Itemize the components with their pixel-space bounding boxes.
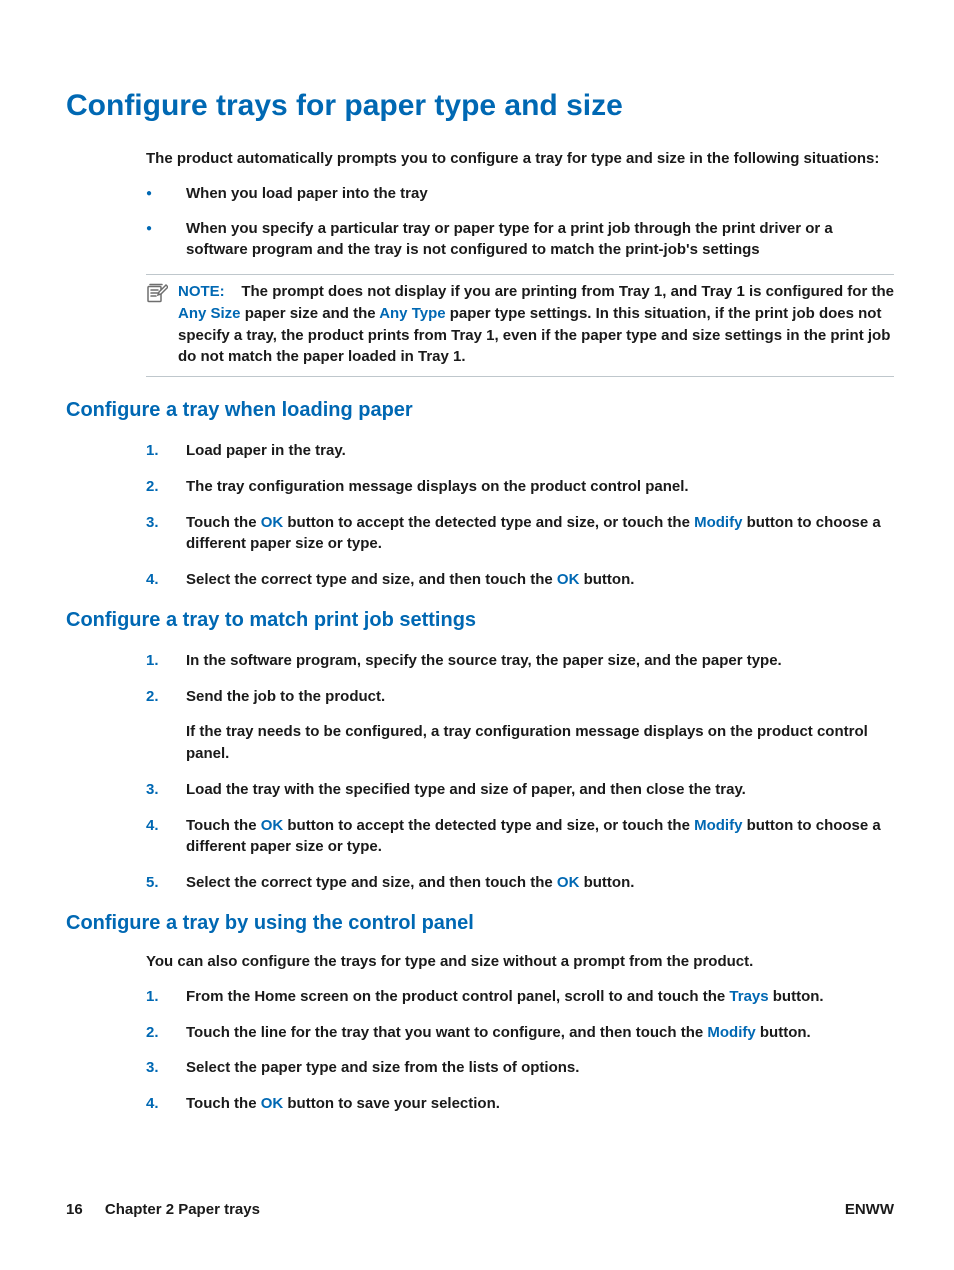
footer-locale: ENWW [845,1201,894,1218]
ok-link[interactable]: OK [261,514,284,531]
chapter-label: Chapter 2 Paper trays [105,1201,260,1218]
ok-link[interactable]: OK [261,1095,284,1112]
step-item: Load paper in the tray. [146,440,894,462]
page: Configure trays for paper type and size … [0,0,954,1270]
section-heading-loading: Configure a tray when loading paper [66,399,894,422]
step-item: Load the tray with the specified type an… [146,779,894,801]
step-item: The tray configuration message displays … [146,476,894,498]
footer-left: 16 Chapter 2 Paper trays [66,1201,260,1218]
modify-link[interactable]: Modify [694,514,742,531]
intro-text: The product automatically prompts you to… [146,150,894,167]
note-box: NOTE: The prompt does not display if you… [146,274,894,377]
section-heading-control-panel: Configure a tray by using the control pa… [66,912,894,935]
bullet-item: When you specify a particular tray or pa… [146,218,894,260]
page-title: Configure trays for paper type and size [66,88,894,124]
steps-list: From the Home screen on the product cont… [146,986,894,1115]
step-item: Touch the OK button to save your selecti… [146,1093,894,1115]
step-item: In the software program, specify the sou… [146,650,894,672]
note-label: NOTE: [178,283,225,300]
step-item: Touch the OK button to accept the detect… [146,512,894,556]
section-intro: You can also configure the trays for typ… [146,953,894,970]
note-icon [146,282,170,368]
note-text: NOTE: The prompt does not display if you… [178,281,894,368]
bullet-item: When you load paper into the tray [146,183,894,204]
page-number: 16 [66,1201,83,1218]
step-item: From the Home screen on the product cont… [146,986,894,1008]
page-footer: 16 Chapter 2 Paper trays ENWW [66,1201,894,1218]
section-body: You can also configure the trays for typ… [146,953,894,1115]
step-subparagraph: If the tray needs to be configured, a tr… [186,721,894,765]
step-item: Select the paper type and size from the … [146,1057,894,1079]
any-type-link[interactable]: Any Type [379,305,445,322]
section-heading-match: Configure a tray to match print job sett… [66,609,894,632]
ok-link[interactable]: OK [557,571,580,588]
intro-bullets: When you load paper into the tray When y… [146,183,894,260]
step-item: Select the correct type and size, and th… [146,872,894,894]
step-item: Send the job to the product.If the tray … [146,686,894,765]
modify-link[interactable]: Modify [694,817,742,834]
body-content: The product automatically prompts you to… [146,150,894,377]
trays-link[interactable]: Trays [729,988,768,1005]
note-segment: The prompt does not display if you are p… [241,283,894,300]
steps-list: Load paper in the tray. The tray configu… [146,440,894,591]
section-body: In the software program, specify the sou… [146,650,894,894]
step-item: Touch the OK button to accept the detect… [146,815,894,859]
ok-link[interactable]: OK [557,874,580,891]
steps-list: In the software program, specify the sou… [146,650,894,894]
note-segment: paper size and the [241,305,380,322]
ok-link[interactable]: OK [261,817,284,834]
step-item: Touch the line for the tray that you wan… [146,1022,894,1044]
any-size-link[interactable]: Any Size [178,305,241,322]
section-body: Load paper in the tray. The tray configu… [146,440,894,591]
step-item: Select the correct type and size, and th… [146,569,894,591]
modify-link[interactable]: Modify [707,1024,755,1041]
